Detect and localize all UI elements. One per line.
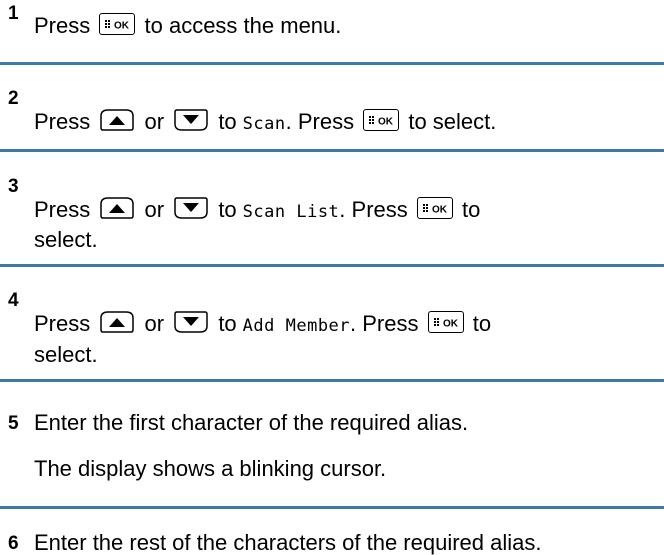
step-text-part: . Press <box>285 109 355 134</box>
step-text-part: Press <box>34 109 91 134</box>
step-text: Press or to Add Member. Press OK to <box>34 310 491 335</box>
down-arrow-key-icon <box>174 311 208 333</box>
step-text-part: to <box>218 311 237 336</box>
menu-ok-key-icon: OK <box>99 13 136 35</box>
menu-ok-key-icon: OK <box>416 197 453 219</box>
step-text-part: or <box>144 197 165 222</box>
step-text: Press OK to access the menu. <box>34 13 341 37</box>
down-arrow-key-icon <box>174 197 208 219</box>
step-number: 3 <box>8 176 19 197</box>
step-text-part: to access the menu. <box>144 13 342 38</box>
step-divider <box>0 506 664 509</box>
up-arrow-key-icon <box>100 311 135 333</box>
step-text: Press or to Scan List. Press OK to <box>34 196 480 221</box>
svg-text:OK: OK <box>432 205 448 216</box>
step-text-continued: select. <box>34 342 98 367</box>
step-number: 2 <box>8 88 19 109</box>
step-text-part: to <box>218 197 237 222</box>
step-text-part: Press <box>34 13 91 38</box>
step-text-part: to <box>218 109 237 134</box>
step-text-part: . Press <box>350 311 419 336</box>
menu-ok-key-icon: OK <box>427 311 464 333</box>
step-text: Press or to Scan. Press OK to select. <box>34 108 496 133</box>
step-number: 5 <box>8 413 19 434</box>
svg-text:OK: OK <box>114 21 130 32</box>
step-text-part: to select. <box>408 109 497 134</box>
svg-text:OK: OK <box>443 319 459 330</box>
step-text-part: to <box>462 197 481 222</box>
step-divider <box>0 149 664 152</box>
screen-name: Scan <box>242 114 286 134</box>
step-number: 4 <box>8 290 19 311</box>
menu-ok-key-icon: OK <box>363 109 400 131</box>
up-arrow-key-icon <box>100 197 135 219</box>
step-text-part: or <box>144 109 165 134</box>
step-text-part: Press <box>34 311 91 336</box>
step-divider <box>0 379 664 382</box>
step-number: 1 <box>8 3 19 24</box>
svg-text:OK: OK <box>378 117 394 128</box>
step-text-part: . Press <box>339 197 408 222</box>
down-arrow-key-icon <box>174 109 208 131</box>
step-result: The display shows a blinking cursor. <box>34 456 387 481</box>
step-number: 6 <box>8 533 19 554</box>
step-divider <box>0 264 664 267</box>
up-arrow-key-icon <box>100 109 135 131</box>
step-text-continued: select. <box>34 227 98 252</box>
step-text-part: Press <box>34 197 91 222</box>
step-text-part: to <box>472 311 492 336</box>
step-divider <box>0 62 664 65</box>
step-text-part: or <box>144 311 165 336</box>
step-text: Enter the first character of the require… <box>34 410 469 435</box>
screen-name: Add Member <box>242 316 351 336</box>
step-text: Enter the rest of the characters of the … <box>34 530 542 555</box>
screen-name: Scan List <box>242 202 340 222</box>
